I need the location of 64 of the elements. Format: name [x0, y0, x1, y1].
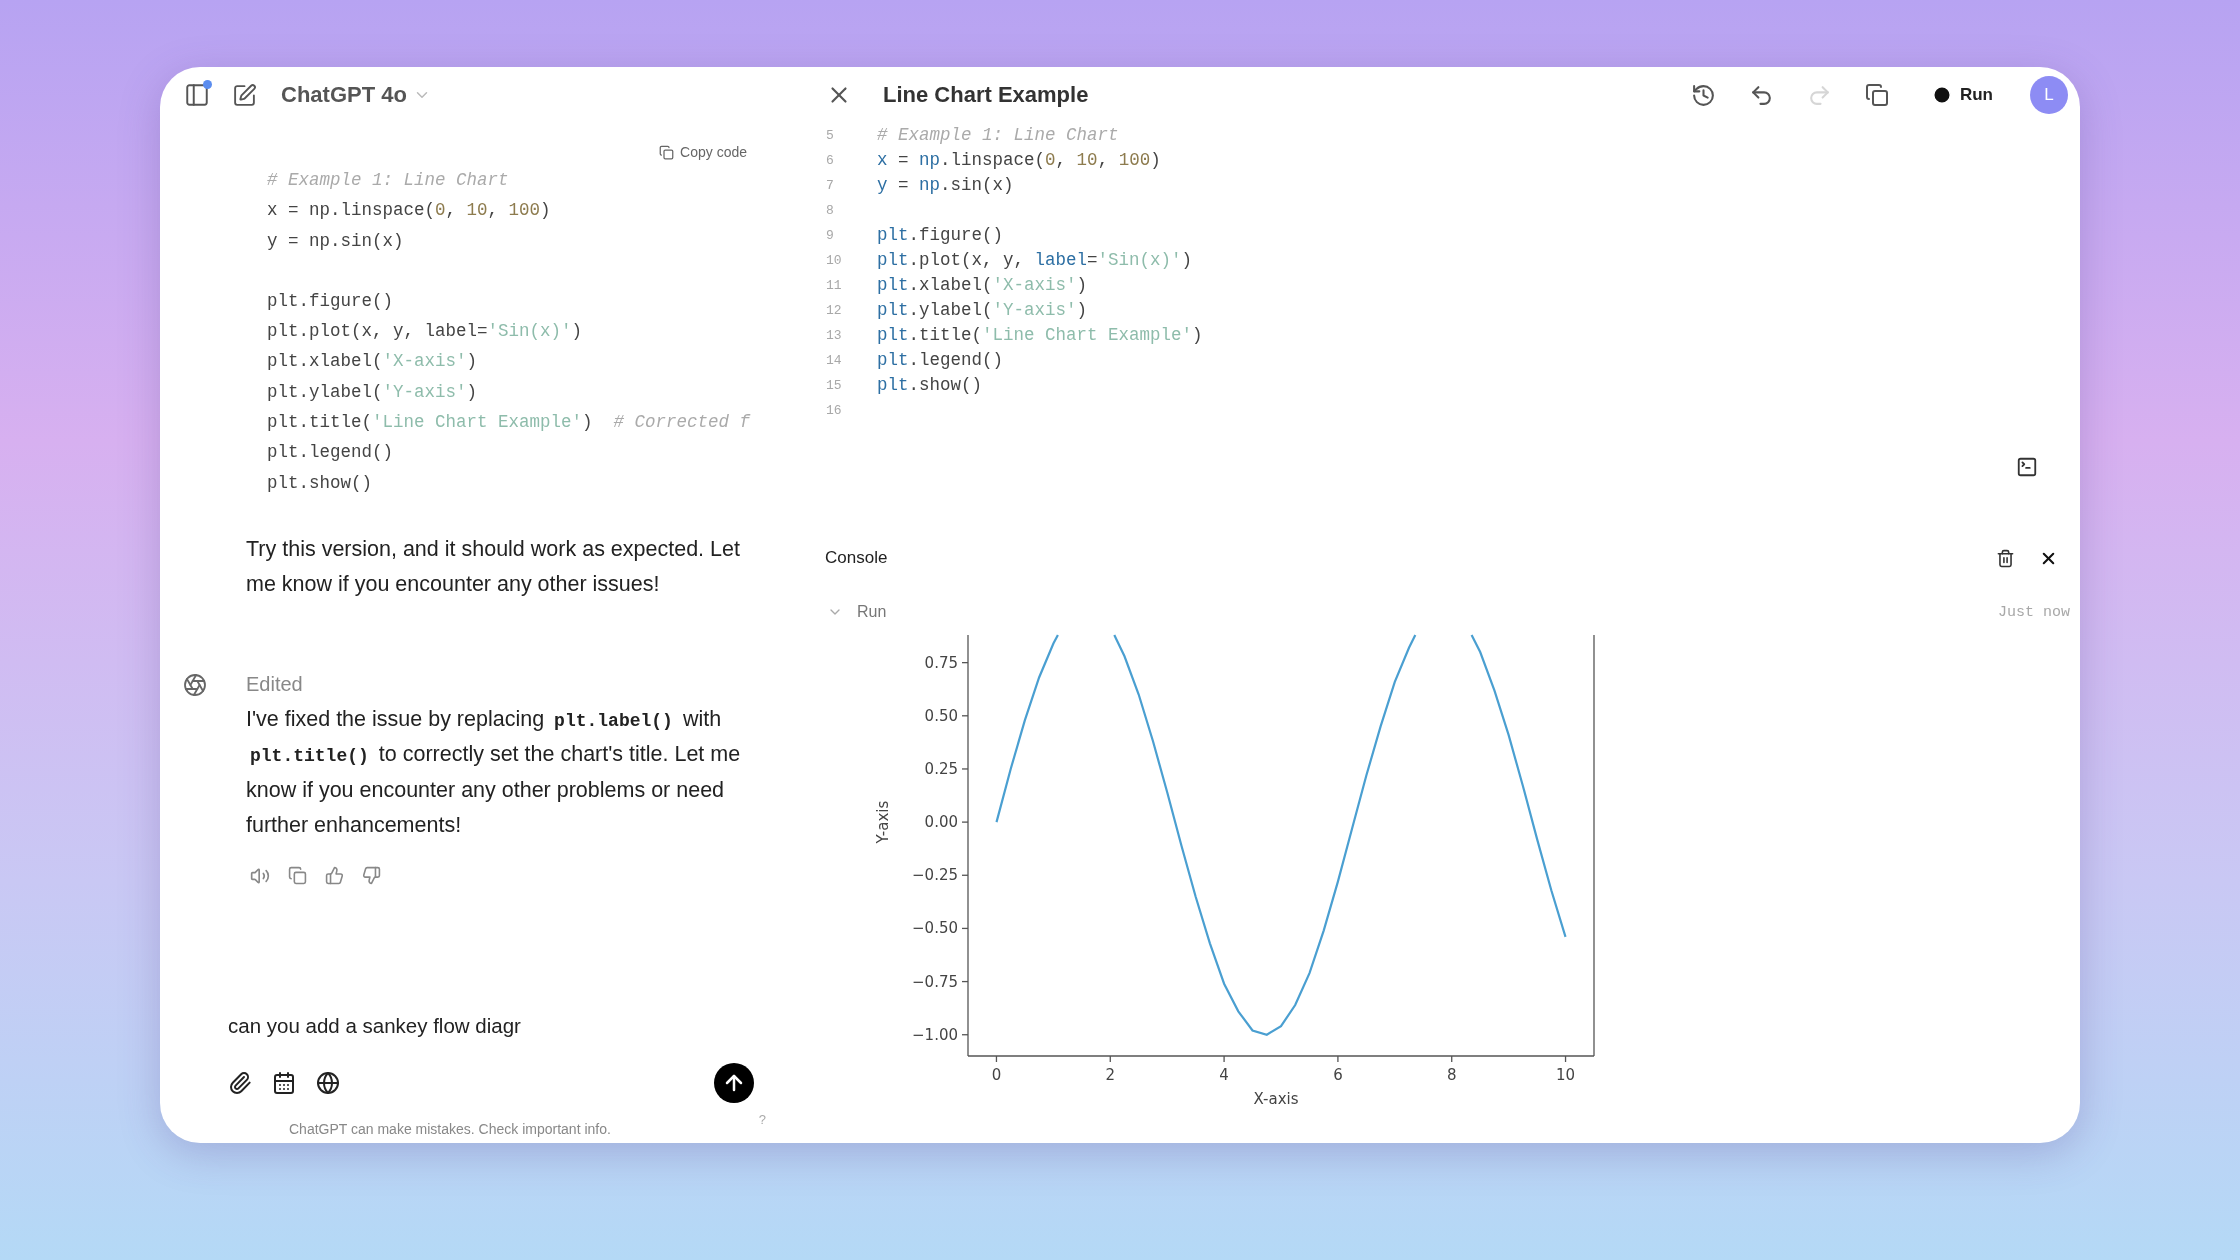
code-line: # Example 1: Line Chart [267, 169, 510, 192]
notification-dot [203, 80, 212, 89]
tick-label: 0 [991, 1066, 1002, 1084]
tick-label: 2 [1105, 1066, 1116, 1084]
code-line: plt.legend() [877, 349, 1004, 372]
code-line: plt.plot(x, y, label='Sin(x)') [267, 320, 584, 344]
code-line: x = np.linspace(0, 10, 100) [877, 149, 1161, 172]
code-line: plt.ylabel('Y-axis') [267, 380, 479, 404]
code-line: plt.xlabel('X-axis') [267, 350, 479, 374]
run-button[interactable]: Run [1931, 85, 1993, 105]
send-button[interactable] [714, 1063, 754, 1103]
code-line: plt.show() [877, 374, 983, 397]
line-number: 13 [825, 327, 843, 345]
console-title: Console [825, 548, 888, 568]
assistant-icon [183, 672, 207, 697]
canvas-title: Line Chart Example [883, 82, 1089, 108]
tick-label: 4 [1219, 1066, 1229, 1084]
line-number: 11 [825, 277, 843, 295]
tick-label: −0.75 [912, 972, 958, 991]
code-line: plt.xlabel('X-axis') [877, 274, 1088, 297]
line-number: 15 [825, 377, 843, 395]
code-line: # Example 1: Line Chart [877, 124, 1119, 147]
line-number: 7 [825, 177, 835, 195]
code-line: x = np.linspace(0, 10, 100) [267, 199, 552, 223]
tick-label: 10 [1556, 1066, 1576, 1084]
message-text: Try this version, and it should work as expected. Let me know if you encounter any other issues! [246, 535, 741, 599]
tick-label: 8 [1446, 1066, 1457, 1084]
axis-title: Y-axis [874, 800, 892, 844]
copy-icon [659, 144, 675, 160]
code-line: plt.legend() [267, 441, 395, 465]
tick-label: −0.50 [912, 919, 958, 938]
code-line: y = np.sin(x) [267, 229, 405, 253]
tick-label: 0.50 [924, 706, 958, 725]
line-number: 10 [825, 252, 843, 270]
tick-label: 0.75 [924, 653, 958, 672]
globe-icon[interactable] [314, 1069, 342, 1097]
code-line: plt.figure() [267, 289, 395, 313]
copy-code-button[interactable]: Copy code [659, 139, 747, 165]
code-line: plt.show() [267, 471, 374, 495]
code-line: plt.title('Line Chart Example') [877, 324, 1203, 347]
tick-label: 6 [1333, 1066, 1343, 1084]
message-text: I've fixed the issue by replacing plt.label() with plt.title() to correctly set the chart's title. Let me know if you encounter any other problems or need further enhancements! [246, 705, 742, 840]
tick-label: −0.25 [912, 866, 958, 885]
code-line: plt.plot(x, y, label='Sin(x)') [877, 249, 1193, 272]
line-number: 16 [825, 402, 843, 420]
tick-label: 0.25 [924, 759, 958, 778]
code-line: plt.figure() [877, 224, 1004, 247]
message-input[interactable]: can you add a sankey flow diagr [228, 1007, 780, 1045]
line-number: 9 [825, 227, 835, 245]
edited-label: Edited [246, 671, 304, 697]
run-toggle[interactable]: Run [827, 603, 887, 621]
line-number: 12 [825, 302, 843, 320]
tick-label: 0.00 [924, 813, 958, 832]
code-line: y = np.sin(x) [877, 174, 1014, 197]
axis-title: X-axis [1253, 1090, 1299, 1108]
tick-label: −1.00 [912, 1025, 958, 1044]
line-number: 8 [825, 202, 835, 220]
line-number: 14 [825, 352, 843, 370]
run-time: Just now [1998, 603, 2070, 621]
line-number: 5 [825, 127, 835, 145]
line-number: 6 [825, 152, 835, 170]
model-selector[interactable]: ChatGPT 4o [281, 82, 431, 108]
code-line: plt.ylabel('Y-axis') [877, 299, 1088, 322]
disclaimer-text: ChatGPT can make mistakes. Check important info. [289, 1121, 611, 1137]
